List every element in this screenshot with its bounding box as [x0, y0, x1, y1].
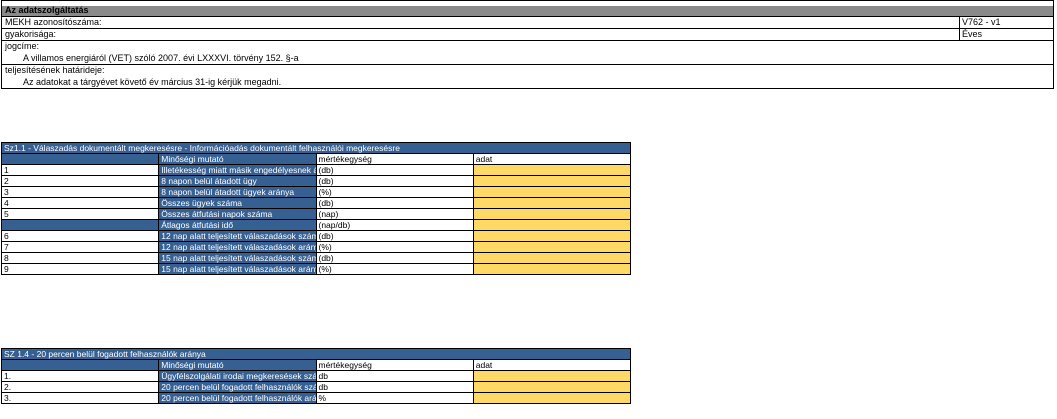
data-input-cell[interactable]: [472, 208, 632, 220]
table-row: 1 Illetékesség miatt másik engedélyesnek…: [0, 164, 632, 176]
row-unit: (%): [315, 241, 474, 253]
row-unit: (db): [315, 175, 474, 187]
deadline-text: Az adatokat a tárgyévet követő év márciu…: [23, 77, 282, 87]
row-unit: (nap/db): [315, 219, 474, 231]
table-title: SZ 1.4 - 20 percen belül fogadott felhas…: [1, 348, 631, 360]
row-indicator: 8 napon belül átadott ügy: [158, 175, 317, 187]
data-input-cell[interactable]: [472, 186, 632, 198]
row-number: 2.: [0, 381, 160, 393]
id-value[interactable]: V762 - v1: [959, 17, 1054, 28]
col-indicator-header: Minőségi mutató: [158, 359, 317, 371]
info-header: Az adatszolgáltatás: [2, 1, 1053, 17]
table-row: 2 8 napon belül átadott ügy (db): [0, 175, 632, 187]
row-unit: db: [315, 370, 474, 382]
row-unit: (db): [315, 230, 474, 242]
row-number: 8: [0, 252, 160, 264]
table-header-row: Minőségi mutató mértékegység adat: [0, 153, 632, 165]
row-indicator: Összes átfutási napok száma: [158, 208, 317, 220]
row-number: 1.: [0, 370, 160, 382]
header-mask: [2, 1, 1053, 6]
row-number: 2: [0, 175, 160, 187]
row-unit: (nap): [315, 208, 474, 220]
table-row: 7 12 nap alatt teljesített válaszadások …: [0, 241, 632, 253]
col-indicator-header: Minőségi mutató: [158, 153, 317, 165]
data-input-cell[interactable]: [472, 263, 632, 275]
row-indicator: 20 percen belül fogadott felhasználók sz…: [158, 381, 317, 393]
col-data-header: adat: [472, 153, 632, 165]
row-unit: (%): [315, 263, 474, 275]
id-label: MEKH azonosítószáma:: [5, 17, 102, 27]
row-number: 5: [0, 208, 160, 220]
row-indicator: 15 nap alatt teljesített válaszadások ar…: [158, 263, 317, 275]
freq-row: gyakorisága: Éves: [2, 29, 1053, 41]
row-number: [0, 219, 160, 231]
table-title: Sz1.1 - Válaszadás dokumentált megkeresé…: [1, 142, 631, 154]
row-number: 9: [0, 263, 160, 275]
row-number: 4: [0, 197, 160, 209]
table-row: 6 12 nap alatt teljesített válaszadások …: [0, 230, 632, 242]
data-input-cell[interactable]: [472, 241, 632, 253]
table-row: 3. 20 percen belül fogadott felhasználók…: [0, 392, 632, 404]
table-row: 5 Összes átfutási napok száma (nap): [0, 208, 632, 220]
legal-label: jogcíme:: [5, 41, 40, 51]
row-unit: (db): [315, 197, 474, 209]
row-unit: (db): [315, 252, 474, 264]
row-indicator: Illetékesség miatt másik engedélyesnek á…: [158, 164, 317, 176]
quality-table-sz1-1: Sz1.1 - Válaszadás dokumentált megkeresé…: [0, 142, 632, 275]
freq-label: gyakorisága:: [5, 29, 57, 39]
data-input-cell[interactable]: [472, 370, 632, 382]
row-indicator: Ügyfélszolgálati irodai megkeresések szá…: [158, 370, 317, 382]
table-title-row: SZ 1.4 - 20 percen belül fogadott felhas…: [1, 348, 631, 360]
row-indicator: 20 percen belül fogadott felhasználók ar…: [158, 392, 317, 404]
row-unit: %: [315, 392, 474, 404]
row-number: 3.: [0, 392, 160, 404]
data-input-cell[interactable]: [472, 381, 632, 393]
legal-text: A villamos energiáról (VET) szóló 2007. …: [23, 53, 299, 63]
row-indicator: Összes ügyek száma: [158, 197, 317, 209]
table-row: Átlagos átfutási idő (nap/db): [0, 219, 632, 231]
data-input-cell[interactable]: [472, 197, 632, 209]
table-row: 8 15 nap alatt teljesített válaszadások …: [0, 252, 632, 264]
deadline-row: teljesítésének határideje: Az adatokat a…: [2, 65, 1053, 88]
col-data-header: adat: [472, 359, 632, 371]
row-unit: db: [315, 381, 474, 393]
data-input-cell[interactable]: [472, 164, 632, 176]
data-input-cell[interactable]: [472, 252, 632, 264]
col-no-header: [0, 359, 160, 371]
row-unit: (%): [315, 186, 474, 198]
row-indicator: 12 nap alatt teljesített válaszadások ar…: [158, 241, 317, 253]
row-number: 7: [0, 241, 160, 253]
data-input-cell[interactable]: [472, 230, 632, 242]
id-row: MEKH azonosítószáma: V762 - v1: [2, 17, 1053, 29]
col-no-header: [0, 153, 160, 165]
freq-value[interactable]: Éves: [959, 29, 1054, 40]
row-unit: (db): [315, 164, 474, 176]
table-header-row: Minőségi mutató mértékegység adat: [0, 359, 632, 371]
row-indicator: 8 napon belül átadott ügyek aránya: [158, 186, 317, 198]
quality-table-sz1-4: SZ 1.4 - 20 percen belül fogadott felhas…: [0, 348, 632, 404]
info-header-title: Az adatszolgáltatás: [5, 5, 89, 15]
row-number: 6: [0, 230, 160, 242]
table-row: 4 Összes ügyek száma (db): [0, 197, 632, 209]
row-indicator: 12 nap alatt teljesített válaszadások sz…: [158, 230, 317, 242]
row-indicator: Átlagos átfutási idő: [158, 219, 317, 231]
data-input-cell[interactable]: [472, 392, 632, 404]
info-block: Az adatszolgáltatás MEKH azonosítószáma:…: [1, 0, 1054, 89]
table-title-row: Sz1.1 - Válaszadás dokumentált megkeresé…: [1, 142, 631, 154]
table-row: 1. Ügyfélszolgálati irodai megkeresések …: [0, 370, 632, 382]
deadline-label: teljesítésének határideje:: [5, 65, 105, 75]
table-row: 9 15 nap alatt teljesített válaszadások …: [0, 263, 632, 275]
table-row: 2. 20 percen belül fogadott felhasználók…: [0, 381, 632, 393]
data-input-cell[interactable]: [472, 175, 632, 187]
legal-row: jogcíme: A villamos energiáról (VET) szó…: [2, 41, 1053, 65]
row-number: 3: [0, 186, 160, 198]
col-unit-header: mértékegység: [315, 153, 474, 165]
row-number: 1: [0, 164, 160, 176]
row-indicator: 15 nap alatt teljesített válaszadások sz…: [158, 252, 317, 264]
col-unit-header: mértékegység: [315, 359, 474, 371]
table-row: 3 8 napon belül átadott ügyek aránya (%): [0, 186, 632, 198]
data-input-cell[interactable]: [472, 219, 632, 231]
